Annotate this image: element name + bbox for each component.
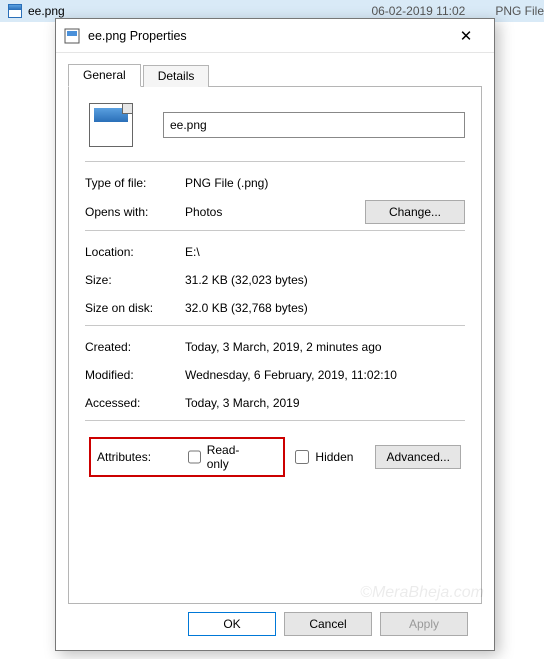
attributes-label: Attributes: bbox=[97, 450, 188, 464]
created-label: Created: bbox=[85, 340, 185, 354]
readonly-checkbox[interactable] bbox=[188, 450, 201, 464]
file-type-cell: PNG File bbox=[495, 4, 544, 18]
location-label: Location: bbox=[85, 245, 185, 259]
divider bbox=[85, 325, 465, 326]
dialog-buttons: OK Cancel Apply bbox=[68, 604, 482, 644]
accessed-value: Today, 3 March, 2019 bbox=[185, 396, 465, 410]
opens-with-value: Photos bbox=[185, 205, 365, 219]
type-of-file-label: Type of file: bbox=[85, 176, 185, 190]
attributes-highlight: Attributes: Read-only bbox=[89, 437, 285, 477]
readonly-checkbox-label[interactable]: Read-only bbox=[188, 443, 256, 471]
ok-button[interactable]: OK bbox=[188, 612, 276, 636]
tab-strip: General Details bbox=[68, 63, 482, 87]
tab-general[interactable]: General bbox=[68, 64, 141, 87]
modified-value: Wednesday, 6 February, 2019, 11:02:10 bbox=[185, 368, 465, 382]
advanced-button[interactable]: Advanced... bbox=[375, 445, 461, 469]
close-icon: ✕ bbox=[460, 27, 473, 45]
hidden-text: Hidden bbox=[315, 450, 353, 464]
size-value: 31.2 KB (32,023 bytes) bbox=[185, 273, 465, 287]
filename-input[interactable] bbox=[163, 112, 465, 138]
size-label: Size: bbox=[85, 273, 185, 287]
location-value: E:\ bbox=[185, 245, 465, 259]
file-name-cell: ee.png bbox=[28, 4, 65, 18]
window-icon bbox=[64, 28, 80, 44]
close-button[interactable]: ✕ bbox=[446, 22, 486, 50]
size-on-disk-value: 32.0 KB (32,768 bytes) bbox=[185, 301, 465, 315]
type-of-file-value: PNG File (.png) bbox=[185, 176, 465, 190]
file-date-cell: 06-02-2019 11:02 bbox=[371, 4, 465, 18]
opens-with-label: Opens with: bbox=[85, 205, 185, 219]
change-button[interactable]: Change... bbox=[365, 200, 465, 224]
accessed-label: Accessed: bbox=[85, 396, 185, 410]
hidden-checkbox-label[interactable]: Hidden bbox=[295, 450, 353, 464]
modified-label: Modified: bbox=[85, 368, 185, 382]
size-on-disk-label: Size on disk: bbox=[85, 301, 185, 315]
titlebar: ee.png Properties ✕ bbox=[56, 19, 494, 53]
readonly-text: Read-only bbox=[207, 443, 256, 471]
general-panel: Type of file: PNG File (.png) Opens with… bbox=[68, 87, 482, 604]
apply-button[interactable]: Apply bbox=[380, 612, 468, 636]
divider bbox=[85, 230, 465, 231]
divider bbox=[85, 420, 465, 421]
image-file-icon bbox=[8, 4, 22, 18]
properties-dialog: ee.png Properties ✕ General Details Type… bbox=[55, 18, 495, 651]
hidden-checkbox[interactable] bbox=[295, 450, 309, 464]
created-value: Today, 3 March, 2019, 2 minutes ago bbox=[185, 340, 465, 354]
window-title: ee.png Properties bbox=[88, 29, 187, 43]
divider bbox=[85, 161, 465, 162]
cancel-button[interactable]: Cancel bbox=[284, 612, 372, 636]
file-type-icon bbox=[89, 103, 133, 147]
tab-details[interactable]: Details bbox=[143, 65, 210, 87]
